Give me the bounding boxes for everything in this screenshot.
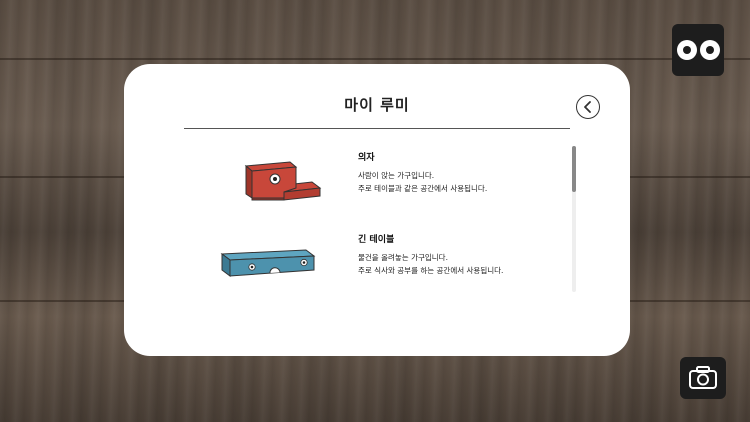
item-text: 의자 사람이 앉는 가구입니다. 주로 테이블과 같은 공간에서 사용됩니다. [358,150,568,195]
eyes-button[interactable] [672,24,724,76]
item-description-line: 사람이 앉는 가구입니다. [358,171,435,180]
eyes-icon [676,40,697,60]
camera-icon [689,366,717,389]
item-text: 긴 테이블 물건을 올려놓는 가구입니다. 주로 식사와 공부를 하는 공간에서… [358,232,568,277]
chevron-left-icon [584,101,591,113]
wood-plank-seam [0,58,750,60]
modal-title: 마이 루미 [344,96,410,114]
item-description-line: 물건을 올려놓는 가구입니다. [358,253,448,262]
list-item[interactable]: 의자 사람이 앉는 가구입니다. 주로 테이블과 같은 공간에서 사용됩니다. [184,148,570,218]
item-description-line: 주로 식사와 공부를 하는 공간에서 사용됩니다. [358,266,504,275]
camera-button[interactable] [680,357,726,399]
item-name: 의자 [358,153,375,163]
item-description-line: 주로 테이블과 같은 공간에서 사용됩니다. [358,184,488,193]
item-name: 긴 테이블 [358,235,395,245]
title-divider [184,128,570,129]
list-item[interactable]: 긴 테이블 물건을 올려놓는 가구입니다. 주로 식사와 공부를 하는 공간에서… [184,230,570,300]
furniture-list[interactable]: 의자 사람이 앉는 가구입니다. 주로 테이블과 같은 공간에서 사용됩니다. [184,148,570,294]
chair-illustration [244,161,322,201]
my-rumi-modal: 마이 루미 의자 사람이 앉는 가구입니다. 주로 테이블과 같은 공간에서 사… [124,64,630,356]
long-table-illustration [220,249,316,277]
eyes-icon [699,40,720,60]
scrollbar-thumb[interactable] [572,146,576,192]
back-button[interactable] [576,95,600,119]
list-scrollbar[interactable] [572,146,576,292]
